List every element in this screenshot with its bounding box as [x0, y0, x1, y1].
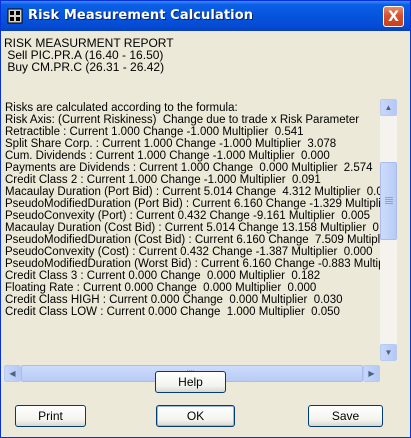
- close-button[interactable]: X: [383, 6, 404, 27]
- report-text-area[interactable]: Risks are calculated according to the fo…: [5, 102, 380, 365]
- save-button[interactable]: Save: [308, 405, 383, 427]
- grip-line: [385, 203, 393, 204]
- scroll-up-button[interactable]: ▲: [380, 99, 397, 116]
- scroll-left-button[interactable]: ◀: [4, 365, 21, 382]
- arrow-left-icon: ◀: [9, 369, 16, 378]
- app-icon: [7, 8, 23, 24]
- buy-line: Buy CM.PR.C (26.31 - 26.42): [4, 60, 165, 74]
- grip-line: [385, 199, 393, 200]
- report-line: Risk Axis: (Current Riskiness) Change du…: [5, 114, 360, 126]
- report-line: Credit Class LOW : Current 0.000 Change …: [5, 306, 340, 318]
- report-header: RISK MEASURMENT REPORT Sell PIC.PR.A (16…: [4, 37, 174, 73]
- window-title: Risk Measurement Calculation: [28, 8, 254, 23]
- grip-line: [385, 197, 393, 198]
- dialog-body: RISK MEASURMENT REPORT Sell PIC.PR.A (16…: [4, 31, 407, 434]
- close-icon: X: [388, 9, 399, 25]
- report-line: Macaulay Duration (Port Bid) : Current 5…: [5, 186, 380, 198]
- scroll-right-button[interactable]: ▶: [363, 365, 380, 382]
- report-line: PseudoModifiedDuration (Cost Bid) : Curr…: [5, 234, 380, 246]
- print-button[interactable]: Print: [15, 405, 86, 427]
- report-line: Credit Class 2 : Current 1.000 Change -1…: [5, 174, 321, 186]
- vertical-scrollbar[interactable]: ▲ ▼: [380, 99, 397, 361]
- grip-line: [385, 201, 393, 202]
- report-line: Floating Rate : Current 0.000 Change 0.0…: [5, 282, 317, 294]
- report-line: Retractible : Current 1.000 Change -1.00…: [5, 126, 304, 138]
- scrollbar-corner: [380, 361, 397, 382]
- title-bar[interactable]: Risk Measurement Calculation X: [1, 1, 410, 31]
- report-line: PseudoConvexity (Port) : Current 0.432 C…: [5, 210, 371, 222]
- help-button[interactable]: Help: [155, 371, 226, 393]
- report-line: PseudoModifiedDuration (Worst Bid) : Cur…: [5, 258, 380, 270]
- arrow-down-icon: ▼: [384, 348, 393, 357]
- ok-button[interactable]: OK: [156, 405, 235, 427]
- report-line: Cum. Dividends : Current 1.000 Change -1…: [5, 150, 330, 162]
- risk-measurement-window: Risk Measurement Calculation X RISK MEAS…: [0, 0, 411, 438]
- report-line: PseudoConvexity (Cost) : Current 0.432 C…: [5, 246, 373, 258]
- report-line: Split Share Corp. : Current 1.000 Change…: [5, 138, 337, 150]
- report-line: Risks are calculated according to the fo…: [5, 102, 238, 114]
- report-line: PseudoModifiedDuration (Port Bid) : Curr…: [5, 198, 380, 210]
- arrow-right-icon: ▶: [368, 369, 375, 378]
- report-line: Payments are Dividends : Current 1.000 C…: [5, 162, 373, 174]
- vertical-scroll-thumb[interactable]: [380, 162, 397, 240]
- report-line: Macaulay Duration (Cost Bid) : Current 5…: [5, 222, 380, 234]
- arrow-up-icon: ▲: [384, 103, 393, 112]
- scroll-down-button[interactable]: ▼: [380, 344, 397, 361]
- report-line: Credit Class 3 : Current 0.000 Change 0.…: [5, 270, 321, 282]
- report-line: Credit Class HIGH : Current 0.000 Change…: [5, 294, 343, 306]
